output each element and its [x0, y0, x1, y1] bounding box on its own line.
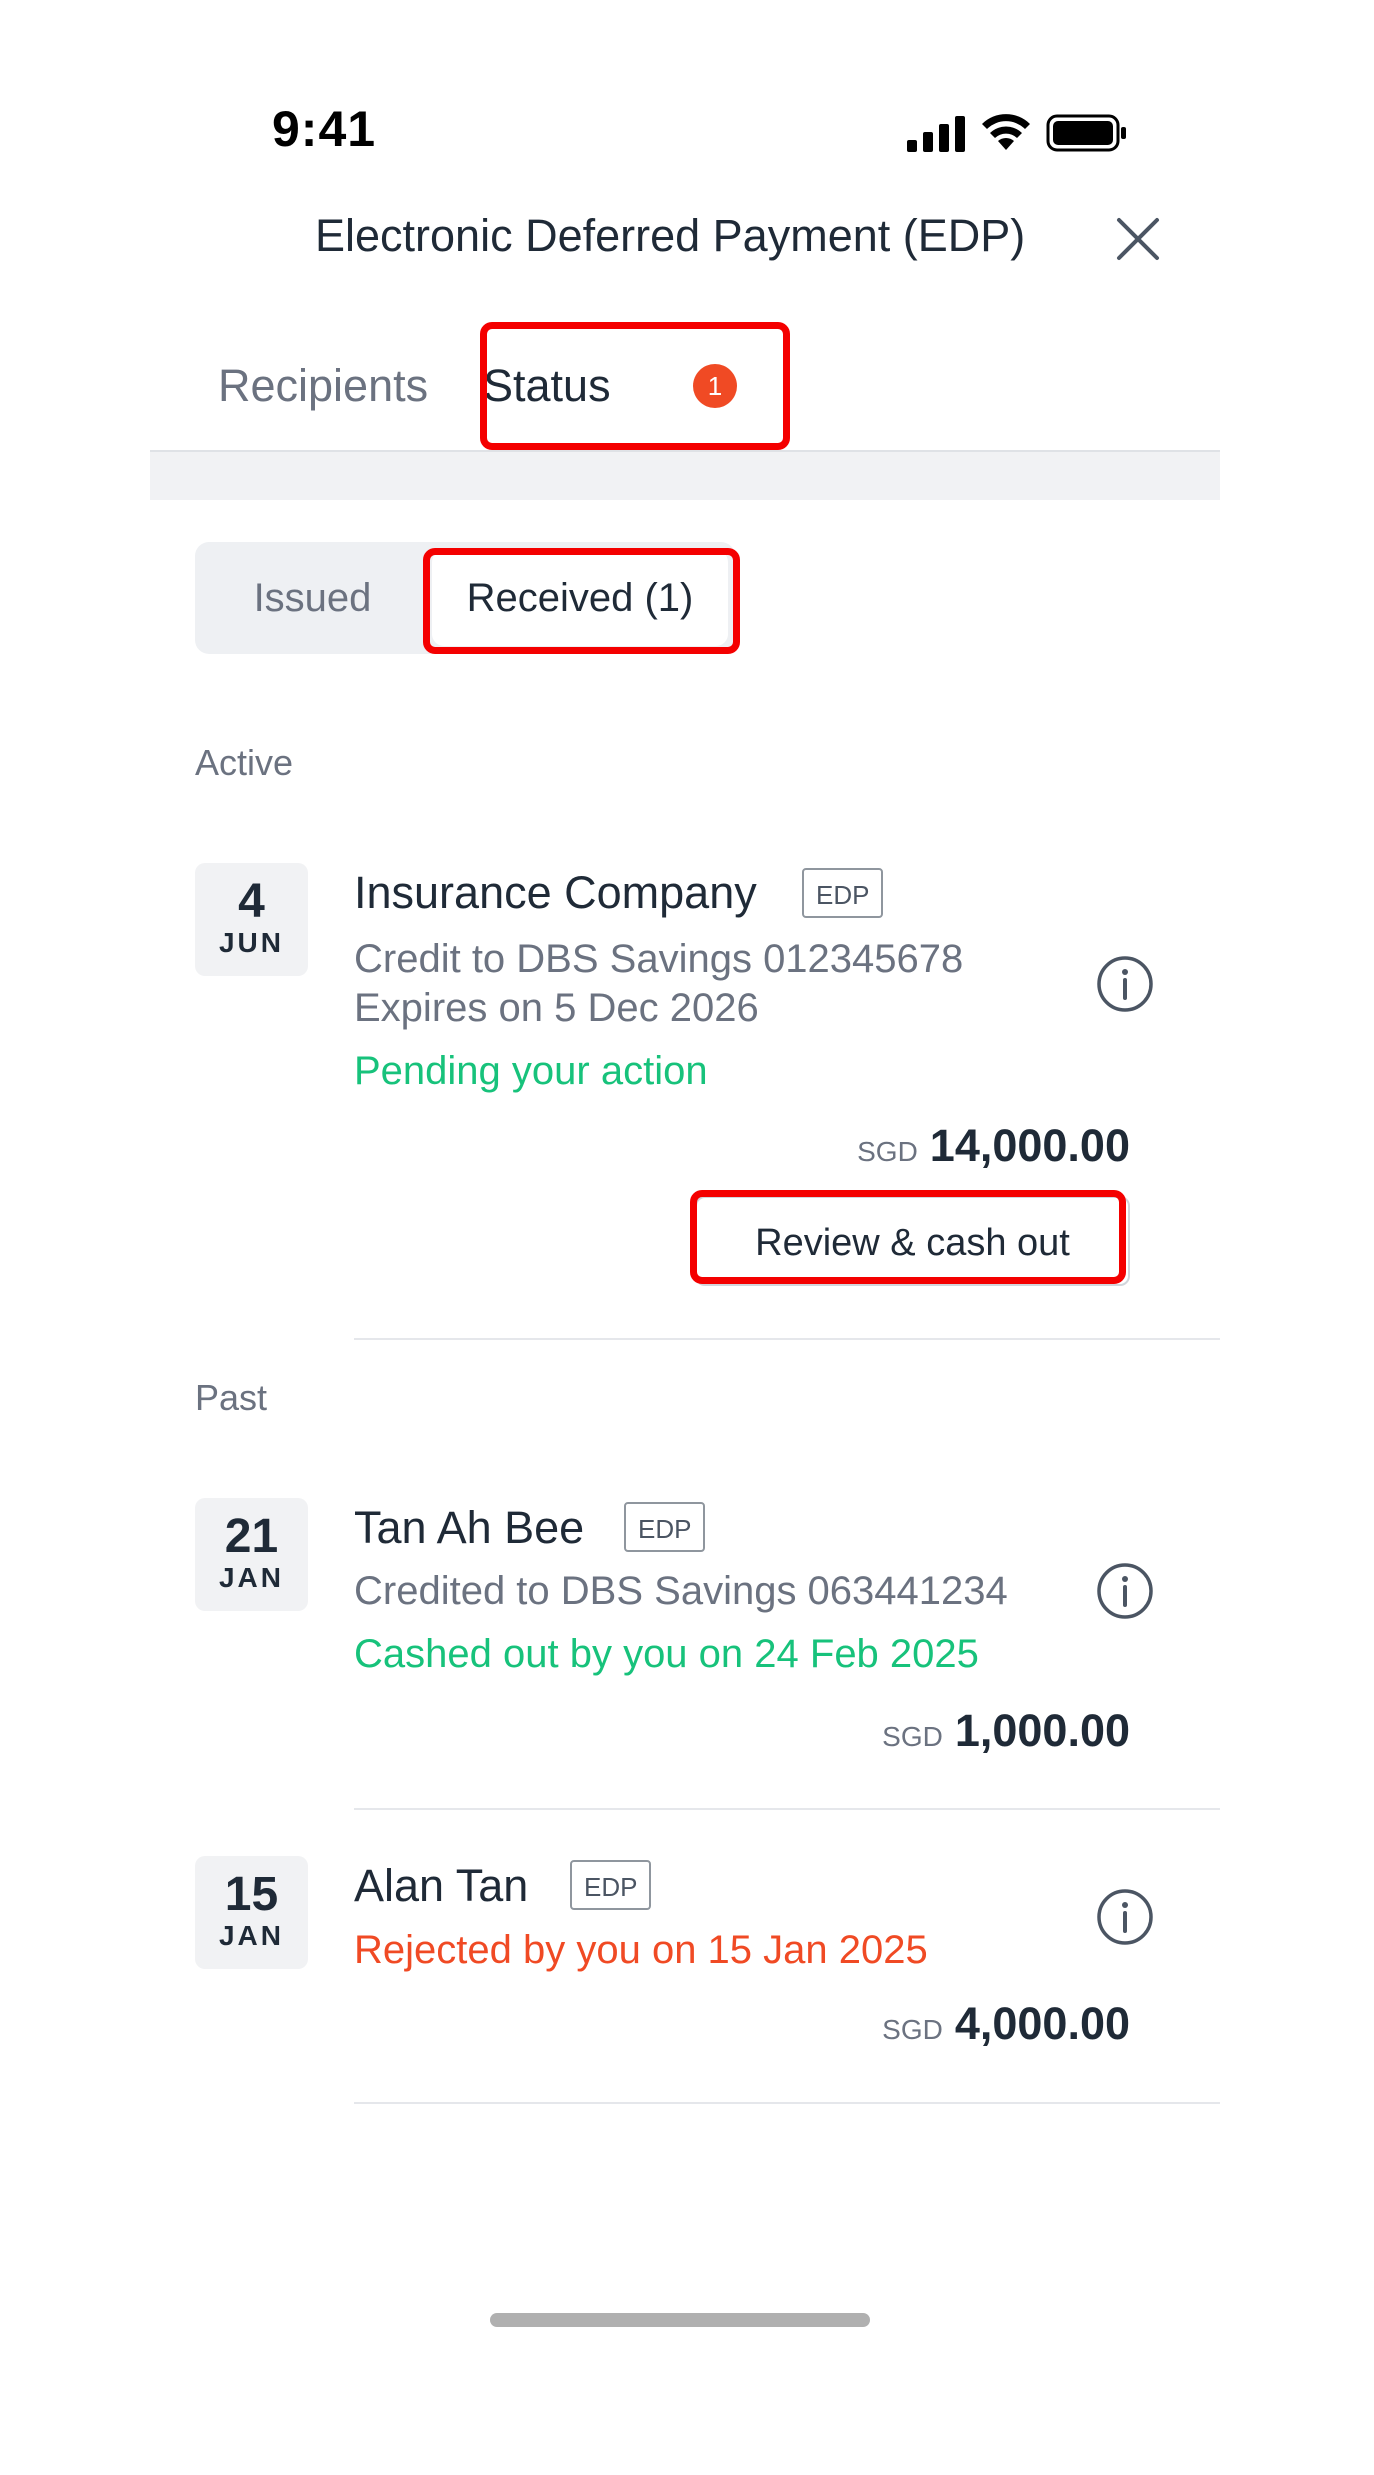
- divider: [354, 2102, 1220, 2104]
- date-month: JAN: [218, 1920, 284, 1951]
- date-badge: 4 JUN: [195, 863, 308, 976]
- section-active-label: Active: [195, 742, 294, 783]
- battery-icon: [1046, 114, 1126, 152]
- item-expiry-line: Expires on 5 Dec 2026: [354, 986, 759, 1030]
- item-amount: SGD 4,000.00: [882, 1998, 1130, 2050]
- amount-currency: SGD: [882, 1721, 943, 1752]
- info-icon[interactable]: [1096, 1562, 1154, 1620]
- tab-recipients[interactable]: Recipients: [218, 360, 428, 412]
- status-bar: 9:41: [150, 0, 1220, 200]
- item-account-line: Credited to DBS Savings 063441234: [354, 1569, 1008, 1613]
- section-past-label: Past: [195, 1377, 268, 1418]
- edp-tag: EDP: [802, 868, 884, 918]
- date-badge: 21 JAN: [195, 1498, 308, 1611]
- date-day: 4: [238, 875, 265, 928]
- item-name: Insurance Company: [354, 867, 757, 918]
- tab-status[interactable]: Status: [483, 360, 611, 412]
- amount-value: 4,000.00: [954, 1998, 1130, 2049]
- amount-value: 14,000.00: [929, 1120, 1130, 1171]
- amount-currency: SGD: [857, 1136, 918, 1167]
- date-month: JAN: [218, 1562, 284, 1593]
- edp-tag: EDP: [570, 1860, 652, 1910]
- item-status: Rejected by you on 15 Jan 2025: [354, 1928, 928, 1972]
- tabs-divider: [150, 450, 1220, 500]
- divider: [354, 1808, 1220, 1810]
- item-amount: SGD 14,000.00: [857, 1120, 1130, 1172]
- info-icon[interactable]: [1096, 955, 1154, 1013]
- amount-value: 1,000.00: [954, 1705, 1130, 1756]
- date-day: 21: [224, 1510, 279, 1563]
- item-name: Tan Ah Bee: [354, 1502, 585, 1553]
- date-month: JUN: [218, 927, 284, 958]
- date-day: 15: [224, 1868, 279, 1921]
- status-time: 9:41: [272, 101, 377, 157]
- divider: [354, 1338, 1220, 1340]
- status-badge: 1: [693, 364, 737, 408]
- wifi-icon: [982, 114, 1030, 150]
- segmented-control: Issued Received (1): [195, 542, 735, 654]
- review-cash-out-button[interactable]: Review & cash out: [695, 1196, 1130, 1286]
- segment-issued[interactable]: Issued: [195, 542, 430, 654]
- segment-received[interactable]: Received (1): [432, 550, 728, 646]
- item-status: Pending your action: [354, 1049, 708, 1093]
- home-indicator[interactable]: [490, 2313, 870, 2327]
- signal-icon: [907, 116, 965, 152]
- date-badge: 15 JAN: [195, 1856, 308, 1969]
- phone-screen: 9:41 Electronic Deferred Payment (EDP) R…: [150, 0, 1220, 2475]
- amount-currency: SGD: [882, 2014, 943, 2045]
- info-icon[interactable]: [1096, 1888, 1154, 1946]
- item-account-line: Credit to DBS Savings 012345678: [354, 937, 964, 981]
- item-amount: SGD 1,000.00: [882, 1705, 1130, 1757]
- close-icon[interactable]: [1113, 214, 1163, 264]
- edp-tag: EDP: [624, 1502, 706, 1552]
- page-title: Electronic Deferred Payment (EDP): [315, 210, 1026, 261]
- item-status: Cashed out by you on 24 Feb 2025: [354, 1632, 979, 1676]
- item-name: Alan Tan: [354, 1860, 529, 1911]
